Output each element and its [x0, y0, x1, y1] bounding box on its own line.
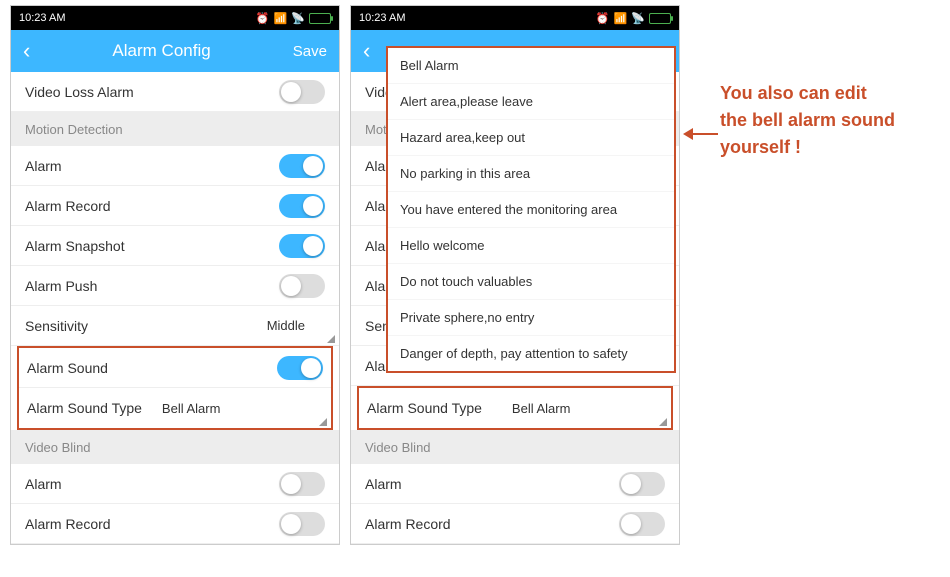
row-alarm-snapshot: Alarm Snapshot [11, 226, 339, 266]
status-icons: ⏰ 📶 📡 [256, 12, 331, 25]
highlighted-group-2: Alarm Sound Type Bell Alarm [357, 386, 673, 430]
video-loss-toggle[interactable] [279, 80, 325, 104]
battery-icon [649, 13, 671, 24]
resize-handle-icon [319, 418, 327, 426]
alarm-snapshot-toggle[interactable] [279, 234, 325, 258]
alarm-record-label: Alarm Record [25, 198, 279, 214]
row-alarm-push: Alarm Push [11, 266, 339, 306]
alarm-sound-type-label: Alarm Sound Type [27, 400, 142, 416]
wifi-icon: 📡 [291, 12, 305, 25]
row-video-blind-alarm-record: Alarm Record [11, 504, 339, 544]
alarm-sound-label: Alarm Sound [27, 360, 277, 376]
dropdown-item[interactable]: Private sphere,no entry [388, 300, 674, 336]
vb-alarm-label: Alarm [365, 476, 619, 492]
alarm-record-toggle[interactable] [279, 194, 325, 218]
status-time: 10:23 AM [19, 12, 65, 24]
battery-icon [309, 13, 331, 24]
dropdown-item[interactable]: Bell Alarm [388, 48, 674, 84]
status-bar: 10:23 AM ⏰ 📶 📡 [11, 6, 339, 30]
alarm-sound-type-value: Bell Alarm [162, 401, 221, 416]
annotation-line: yourself ! [720, 134, 895, 161]
annotation-line: the bell alarm sound [720, 107, 895, 134]
vb-alarm-record-label: Alarm Record [25, 516, 279, 532]
alarm-sound-type-label: Alarm Sound Type [367, 400, 482, 416]
resize-handle-icon [327, 335, 335, 343]
back-icon[interactable]: ‹ [23, 38, 30, 64]
alarm-sound-toggle[interactable] [277, 356, 323, 380]
alarm-sound-type-value: Bell Alarm [512, 401, 571, 416]
annotation-text: You also can edit the bell alarm sound y… [720, 80, 895, 161]
dropdown-item[interactable]: Hazard area,keep out [388, 120, 674, 156]
status-time: 10:23 AM [359, 12, 405, 24]
alarm-clock-icon: ⏰ [596, 12, 610, 25]
vb-alarm-toggle[interactable] [279, 472, 325, 496]
status-bar: 10:23 AM ⏰ 📶 📡 [351, 6, 679, 30]
dropdown-item[interactable]: Danger of depth, pay attention to safety [388, 336, 674, 371]
dropdown-item[interactable]: You have entered the monitoring area [388, 192, 674, 228]
dropdown-item[interactable]: Hello welcome [388, 228, 674, 264]
sensitivity-label: Sensitivity [25, 318, 267, 334]
section-motion-detection: Motion Detection [11, 112, 339, 146]
alarm-clock-icon: ⏰ [256, 12, 270, 25]
alarm-label: Alarm [25, 158, 279, 174]
save-button[interactable]: Save [293, 43, 327, 60]
signal-icon: 📶 [274, 12, 288, 25]
row-alarm-sound-type[interactable]: Alarm Sound Type Bell Alarm [359, 388, 671, 428]
video-loss-label: Video Loss Alarm [25, 84, 279, 100]
signal-icon: 📶 [614, 12, 628, 25]
vb-alarm-record-toggle[interactable] [279, 512, 325, 536]
back-icon[interactable]: ‹ [363, 38, 370, 64]
section-video-blind: Video Blind [351, 430, 679, 464]
phone-screenshot-1: 10:23 AM ⏰ 📶 📡 ‹ Alarm Config Save Video… [10, 5, 340, 545]
sensitivity-value: Middle [267, 318, 305, 333]
dropdown-item[interactable]: Alert area,please leave [388, 84, 674, 120]
dropdown-item[interactable]: No parking in this area [388, 156, 674, 192]
annotation-line: You also can edit [720, 80, 895, 107]
row-sensitivity[interactable]: Sensitivity Middle [11, 306, 339, 346]
resize-handle-icon [659, 418, 667, 426]
section-video-blind: Video Blind [11, 430, 339, 464]
highlighted-group-1: Alarm Sound Alarm Sound Type Bell Alarm [17, 346, 333, 430]
dropdown-item[interactable]: Do not touch valuables [388, 264, 674, 300]
page-title: Alarm Config [30, 41, 292, 61]
phone-screenshot-2: 10:23 AM ⏰ 📶 📡 ‹ Video Loss Alarm Motion… [350, 5, 680, 545]
vb-alarm-toggle[interactable] [619, 472, 665, 496]
alarm-sound-dropdown[interactable]: Bell Alarm Alert area,please leave Hazar… [386, 46, 676, 373]
row-alarm-sound-type[interactable]: Alarm Sound Type Bell Alarm [19, 388, 331, 428]
alarm-push-label: Alarm Push [25, 278, 279, 294]
vb-alarm-record-toggle[interactable] [619, 512, 665, 536]
row-video-blind-alarm: Alarm [351, 464, 679, 504]
row-video-loss-alarm: Video Loss Alarm [11, 72, 339, 112]
vb-alarm-label: Alarm [25, 476, 279, 492]
row-video-blind-alarm: Alarm [11, 464, 339, 504]
alarm-toggle[interactable] [279, 154, 325, 178]
alarm-push-toggle[interactable] [279, 274, 325, 298]
status-icons: ⏰ 📶 📡 [596, 12, 671, 25]
row-video-blind-alarm-record: Alarm Record [351, 504, 679, 544]
alarm-snapshot-label: Alarm Snapshot [25, 238, 279, 254]
row-alarm-sound: Alarm Sound [19, 348, 331, 388]
app-header: ‹ Alarm Config Save [11, 30, 339, 72]
row-alarm-record: Alarm Record [11, 186, 339, 226]
wifi-icon: 📡 [631, 12, 645, 25]
row-alarm: Alarm [11, 146, 339, 186]
vb-alarm-record-label: Alarm Record [365, 516, 619, 532]
